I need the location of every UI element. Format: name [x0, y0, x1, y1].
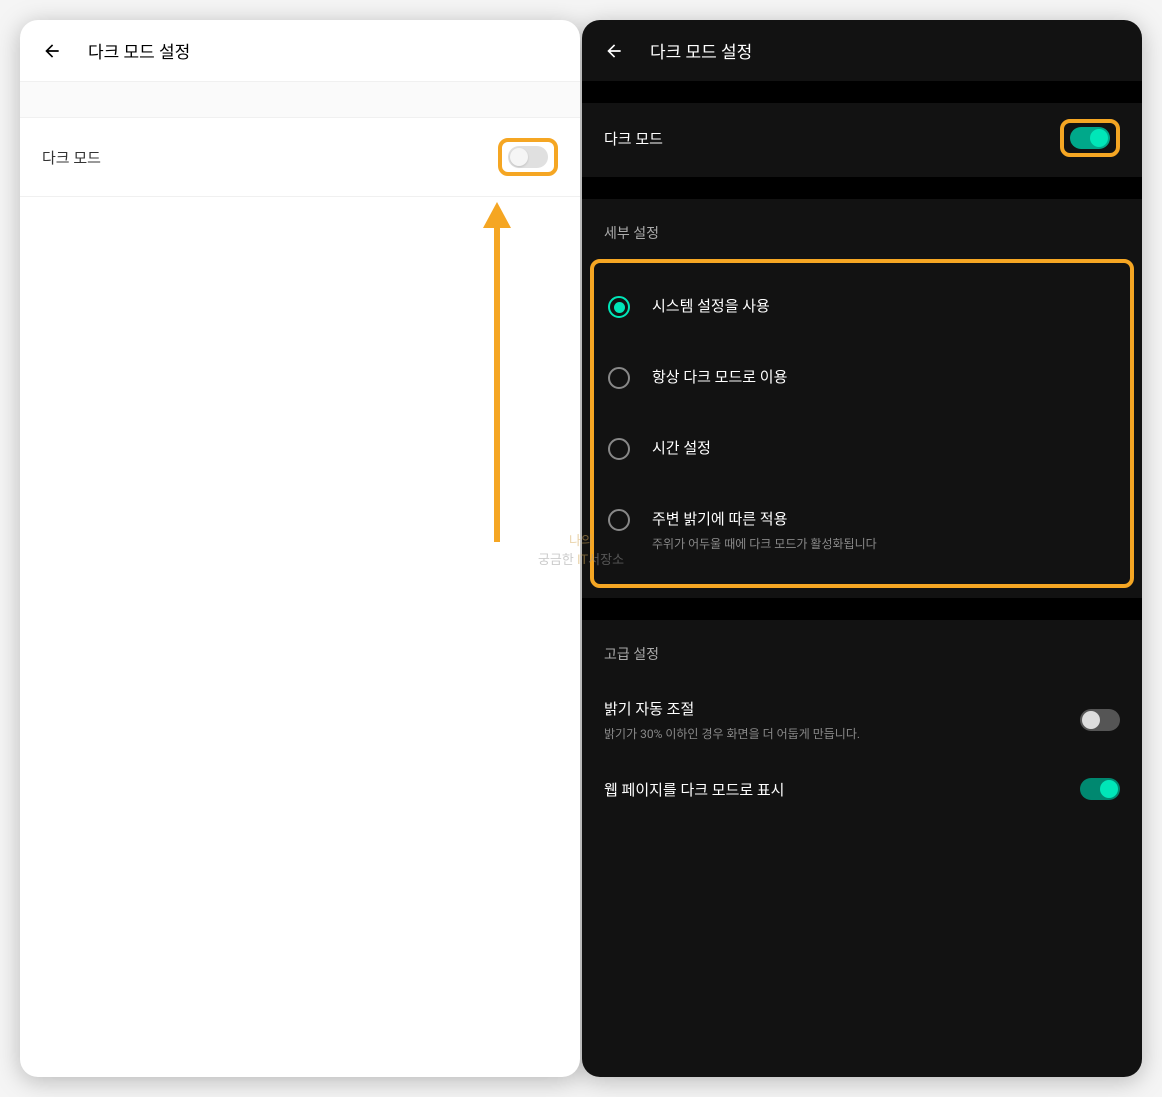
webpage-dark-label: 웹 페이지를 다크 모드로 표시 — [604, 779, 784, 800]
dark-mode-label: 다크 모드 — [42, 147, 101, 168]
arrow-annotation — [483, 202, 511, 542]
auto-brightness-row: 밝기 자동 조절 밝기가 30% 이하인 경우 화면을 더 어둡게 만듭니다. — [582, 680, 1142, 760]
radio-always-dark[interactable]: 항상 다크 모드로 이용 — [594, 342, 1130, 413]
webpage-dark-row: 웹 페이지를 다크 모드로 표시 — [582, 760, 1142, 818]
radio-system-settings[interactable]: 시스템 설정을 사용 — [594, 271, 1130, 342]
dark-mode-panel: 다크 모드 설정 다크 모드 세부 설정 시스템 설정을 사용 항상 다크 모드… — [582, 20, 1142, 1077]
arrow-head-icon — [483, 202, 511, 228]
radio-time-settings[interactable]: 시간 설정 — [594, 413, 1130, 484]
dark-mode-label: 다크 모드 — [604, 128, 663, 149]
arrow-line — [494, 224, 500, 542]
advanced-section-header: 고급 설정 — [582, 620, 1142, 680]
radio-label: 주변 밝기에 따른 적용 — [652, 508, 877, 529]
header-dark: 다크 모드 설정 — [582, 20, 1142, 81]
dark-mode-row-dark: 다크 모드 — [582, 103, 1142, 177]
section-gap — [582, 81, 1142, 103]
radio-group-highlight: 시스템 설정을 사용 항상 다크 모드로 이용 시간 설정 주변 밝기에 따른 … — [590, 259, 1134, 588]
back-button[interactable] — [602, 39, 626, 63]
radio-text: 항상 다크 모드로 이용 — [652, 366, 787, 387]
light-mode-panel: 다크 모드 설정 다크 모드 — [20, 20, 580, 1077]
webpage-dark-text: 웹 페이지를 다크 모드로 표시 — [604, 779, 784, 800]
radio-unselected-icon — [608, 509, 630, 531]
dark-mode-row-light: 다크 모드 — [20, 118, 580, 197]
auto-brightness-sublabel: 밝기가 30% 이하인 경우 화면을 더 어둡게 만듭니다. — [604, 725, 860, 742]
radio-text: 주변 밝기에 따른 적용 주위가 어두울 때에 다크 모드가 활성화됩니다 — [652, 508, 877, 552]
radio-ambient-brightness[interactable]: 주변 밝기에 따른 적용 주위가 어두울 때에 다크 모드가 활성화됩니다 — [594, 484, 1130, 576]
auto-brightness-toggle[interactable] — [1080, 709, 1120, 731]
page-title-light: 다크 모드 설정 — [88, 38, 190, 63]
page-title-dark: 다크 모드 설정 — [650, 38, 752, 63]
section-gap — [582, 598, 1142, 620]
radio-sublabel: 주위가 어두울 때에 다크 모드가 활성화됩니다 — [652, 535, 877, 552]
back-arrow-icon — [604, 41, 624, 61]
radio-unselected-icon — [608, 367, 630, 389]
toggle-highlight — [498, 138, 558, 176]
detail-section-header: 세부 설정 — [582, 199, 1142, 259]
auto-brightness-text: 밝기 자동 조절 밝기가 30% 이하인 경우 화면을 더 어둡게 만듭니다. — [604, 698, 860, 742]
auto-brightness-label: 밝기 자동 조절 — [604, 698, 860, 719]
radio-selected-icon — [608, 296, 630, 318]
dark-mode-toggle-off[interactable] — [508, 146, 548, 168]
radio-label: 시간 설정 — [652, 437, 711, 458]
section-gap — [582, 177, 1142, 199]
toggle-highlight — [1060, 119, 1120, 157]
webpage-dark-toggle[interactable] — [1080, 778, 1120, 800]
radio-label: 항상 다크 모드로 이용 — [652, 366, 787, 387]
radio-unselected-icon — [608, 438, 630, 460]
back-button[interactable] — [40, 39, 64, 63]
header-light: 다크 모드 설정 — [20, 20, 580, 82]
radio-text: 시스템 설정을 사용 — [652, 295, 770, 316]
section-gap — [20, 82, 580, 118]
radio-label: 시스템 설정을 사용 — [652, 295, 770, 316]
back-arrow-icon — [42, 41, 62, 61]
dark-mode-toggle-on[interactable] — [1070, 127, 1110, 149]
radio-text: 시간 설정 — [652, 437, 711, 458]
